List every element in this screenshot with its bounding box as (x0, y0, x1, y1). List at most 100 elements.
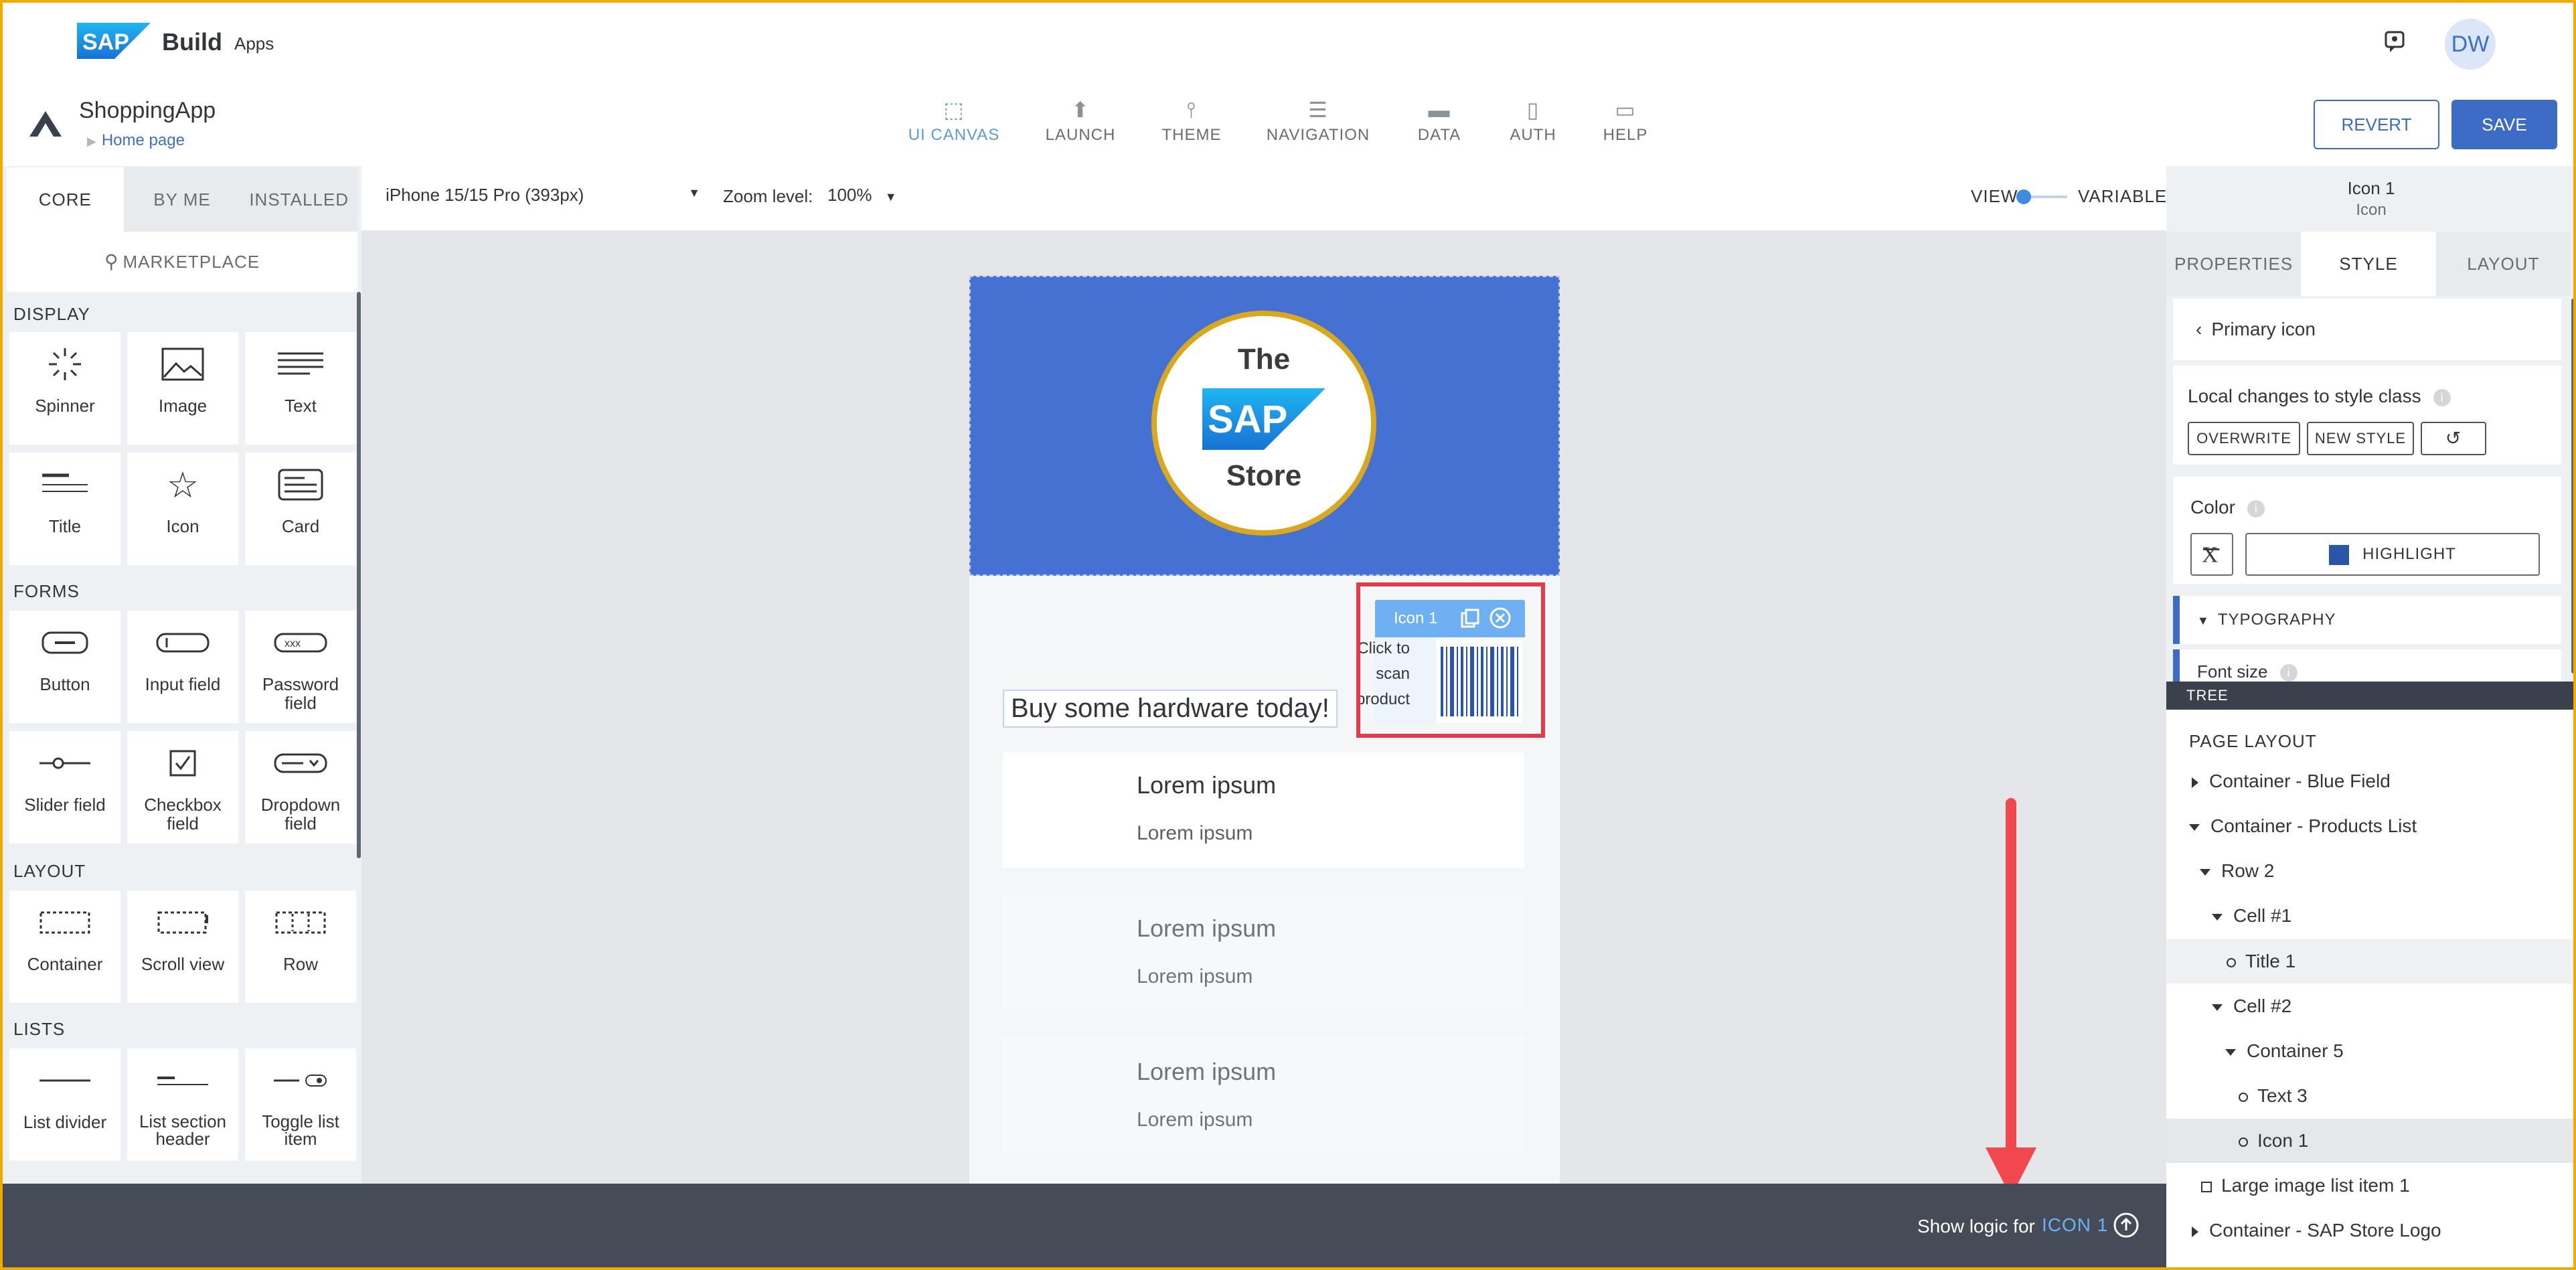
local-changes-text: Local changes to style class (2188, 386, 2421, 406)
overwrite-button[interactable]: OVERWRITE (2188, 422, 2300, 455)
component-button[interactable]: Button (9, 611, 120, 723)
tree-item-container-5[interactable]: Container 5 (2166, 1029, 2576, 1073)
info-icon[interactable]: i (2279, 664, 2298, 682)
tab-theme[interactable]: ⫯ THEME (1150, 94, 1233, 158)
annotation-arrow-shaft (2006, 798, 2016, 1165)
component-label: Button (39, 674, 90, 694)
tab-style[interactable]: STYLE (2301, 232, 2436, 296)
tab-core[interactable]: CORE (7, 167, 124, 232)
tab-help[interactable]: ▭ HELP (1592, 94, 1659, 158)
component-toggle-list-item[interactable]: Toggle list item (245, 1048, 356, 1161)
revert-button[interactable]: REVERT (2314, 100, 2439, 149)
component-label: Password field (262, 674, 339, 713)
component-slider-field[interactable]: Slider field (9, 731, 120, 844)
tree-item-row-2[interactable]: Row 2 (2166, 849, 2576, 893)
toggle-list-item-icon (245, 1048, 356, 1113)
caret-down-icon[interactable] (2212, 1004, 2223, 1011)
caret-down-icon[interactable] (2189, 823, 2200, 831)
row-icon (245, 890, 356, 955)
list-item[interactable] (1003, 894, 1524, 1010)
chevron-left-icon: ‹ (2196, 319, 2202, 339)
new-style-button[interactable]: NEW STYLE (2307, 422, 2414, 455)
component-container[interactable]: Container (9, 890, 120, 1003)
view-label: VIEW (1971, 186, 2018, 206)
section-layout: LAYOUT (13, 861, 86, 881)
panel-scrollbar[interactable] (357, 292, 361, 858)
panel-scrollbar[interactable] (2571, 299, 2575, 673)
color-value-field[interactable]: HIGHLIGHT (2245, 533, 2540, 576)
tree-item-sap-store-logo[interactable]: Container - SAP Store Logo (2166, 1208, 2576, 1253)
caret-down-icon[interactable] (2200, 868, 2210, 876)
component-card[interactable]: Card (245, 453, 356, 565)
save-button[interactable]: SAVE (2451, 100, 2557, 149)
tree-item-products-list[interactable]: Container - Products List (2166, 804, 2576, 848)
tab-label: THEME (1161, 126, 1222, 144)
device-select[interactable]: iPhone 15/15 Pro (393px) ▼ (386, 185, 700, 206)
component-image[interactable]: Image (127, 332, 238, 445)
tab-ui-canvas[interactable]: ⬚ UI CANVAS (900, 94, 1008, 158)
tab-properties[interactable]: PROPERTIES (2166, 232, 2302, 296)
component-scroll-view[interactable]: Scroll view (127, 890, 238, 1003)
tree-item-text-3[interactable]: Text 3 (2166, 1074, 2576, 1118)
tree-item-large-image[interactable]: Large image list item 1 (2166, 1164, 2576, 1208)
caret-down-icon[interactable] (2225, 1048, 2236, 1056)
star-icon: ☆ (166, 465, 199, 505)
toggle-knob[interactable] (2016, 189, 2031, 204)
button-icon (9, 611, 120, 675)
tree-item-cell-1[interactable]: Cell #1 (2166, 894, 2576, 938)
breadcrumb[interactable]: ▶ Home page (87, 131, 185, 150)
tab-layout[interactable]: LAYOUT (2435, 232, 2571, 296)
tree-item-cell-2[interactable]: Cell #2 (2166, 984, 2576, 1028)
typography-section[interactable]: ▼ TYPOGRAPHY (2173, 596, 2561, 644)
component-title[interactable]: Title (9, 453, 120, 565)
tab-auth[interactable]: ▯ AUTH (1500, 94, 1566, 158)
caret-right-icon[interactable] (2192, 777, 2198, 788)
properties-tabs: PROPERTIES STYLE LAYOUT (2166, 232, 2571, 296)
component-dropdown-field[interactable]: Dropdown field (245, 731, 356, 844)
title-icon (9, 453, 120, 517)
tab-data[interactable]: ▬ DATA (1404, 94, 1474, 158)
reset-style-button[interactable]: ↺ (2421, 422, 2486, 455)
logic-target-link[interactable]: ICON 1 (2042, 1214, 2108, 1236)
component-input-field[interactable]: Input field (127, 611, 238, 723)
list-item[interactable] (1003, 1036, 1524, 1152)
tab-launch[interactable]: ⬆ LAUNCH (1034, 94, 1127, 158)
component-password-field[interactable]: xxx Password field (245, 611, 356, 723)
breadcrumb-page[interactable]: Home page (102, 131, 185, 149)
component-list-divider[interactable]: List divider (9, 1048, 120, 1161)
zoom-select[interactable]: 100% ▼ (827, 185, 897, 206)
feedback-icon[interactable] (2383, 29, 2407, 54)
component-spinner[interactable]: Spinner (9, 332, 120, 445)
style-class-back[interactable]: ‹ Primary icon (2173, 299, 2561, 360)
formula-picker-icon[interactable]: X (2190, 533, 2233, 576)
user-avatar[interactable]: DW (2445, 19, 2496, 70)
caret-right-icon[interactable] (2192, 1226, 2198, 1237)
color-value-text: HIGHLIGHT (2362, 545, 2456, 563)
tab-installed[interactable]: INSTALLED (240, 167, 358, 232)
info-icon[interactable]: i (2433, 388, 2451, 406)
tree-root: PAGE LAYOUT (2189, 731, 2317, 751)
component-row[interactable]: Row (245, 890, 356, 1003)
tab-navigation[interactable]: ☰ NAVIGATION (1259, 94, 1378, 158)
component-text[interactable]: Text (245, 332, 356, 445)
app-logo-icon (29, 111, 62, 137)
component-checkbox-field[interactable]: Checkbox field (127, 731, 238, 844)
component-list-section-header[interactable]: List section header (127, 1048, 238, 1161)
tab-by-me[interactable]: BY ME (123, 167, 241, 232)
hardware-title[interactable]: Buy some hardware today! (1003, 690, 1338, 728)
tree-header[interactable]: TREE (2166, 682, 2576, 710)
component-label: Icon (166, 516, 199, 536)
tree-item-blue-field[interactable]: Container - Blue Field (2166, 759, 2576, 803)
info-icon[interactable]: i (2247, 499, 2265, 518)
component-icon[interactable]: ☆ Icon (127, 453, 238, 565)
marketplace-button[interactable]: ⚲ MARKETPLACE (7, 232, 357, 292)
caret-down-icon[interactable] (2212, 913, 2223, 921)
tree-item-title-1[interactable]: Title 1 (2166, 939, 2576, 983)
help-chat-icon: ▭ (1615, 98, 1636, 122)
component-label: Title (48, 516, 82, 536)
section-lists: LISTS (13, 1019, 66, 1039)
list-item[interactable] (1003, 752, 1524, 868)
sap-logo[interactable]: SAP (77, 23, 151, 59)
expand-up-icon[interactable] (2113, 1212, 2140, 1239)
tree-item-icon-1[interactable]: Icon 1 (2166, 1119, 2576, 1163)
